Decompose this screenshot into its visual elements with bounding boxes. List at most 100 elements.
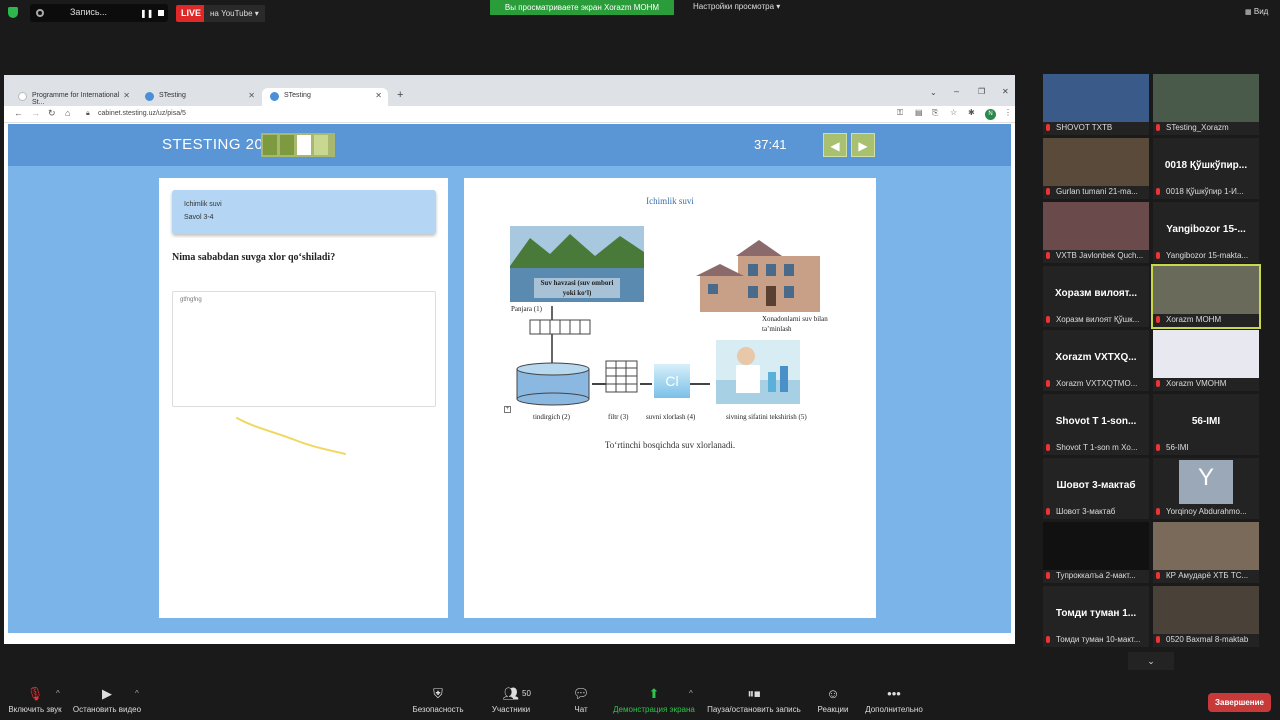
view-options-dropdown[interactable]: Настройки просмотра ▾ bbox=[693, 2, 780, 11]
lock-icon: 🔒︎ bbox=[86, 110, 90, 117]
participant-tile[interactable]: Хоразм вилоят... Хоразм вилоят Қўшк... bbox=[1043, 266, 1149, 327]
close-icon[interactable]: ✕ bbox=[375, 91, 382, 100]
stop-video-button[interactable]: ▶︎ Остановить видео bbox=[72, 684, 142, 715]
view-button-label: Вид bbox=[1253, 7, 1269, 16]
progress-step-current[interactable] bbox=[297, 135, 311, 155]
participant-name: 56-IMI bbox=[1166, 443, 1189, 452]
pause-recording-button[interactable]: ⏸⏹ Пауза/остановить запись bbox=[706, 684, 802, 715]
forward-icon[interactable]: → bbox=[31, 108, 40, 118]
back-icon[interactable]: ← bbox=[14, 108, 23, 118]
video-label: Остановить видео bbox=[72, 705, 142, 714]
stesting-page: STESTING 2021 37:41 ◀ ▶ Ichimlik suvi Sa… bbox=[8, 124, 1011, 633]
menu-icon[interactable]: ⋮ bbox=[1004, 108, 1012, 117]
participant-tile[interactable]: 0520 Baxmal 8-maktab bbox=[1153, 586, 1259, 647]
share-screen-button[interactable]: ⬆ Демонстрация экрана bbox=[612, 684, 696, 715]
youtube-label: на YouTube bbox=[210, 9, 253, 18]
progress-step[interactable] bbox=[280, 135, 294, 155]
filter-grid-icon bbox=[605, 360, 638, 393]
participant-tile[interactable]: Тупроккалъа 2-макт... bbox=[1043, 522, 1149, 583]
view-button[interactable]: ▦ Вид bbox=[1245, 7, 1268, 16]
expand-icon[interactable]: + bbox=[504, 406, 511, 413]
youtube-dropdown[interactable]: на YouTube ▾ bbox=[204, 5, 265, 22]
participants-count: 50 bbox=[522, 689, 531, 698]
restore-icon[interactable]: ❐ bbox=[978, 87, 985, 96]
reactions-button[interactable]: ☺ Реакции bbox=[816, 684, 850, 715]
stop-icon[interactable] bbox=[158, 10, 164, 16]
participant-name: Xorazm VMOHM bbox=[1166, 379, 1227, 388]
new-tab-icon[interactable]: + bbox=[397, 89, 403, 101]
participant-tile[interactable]: Xorazm MOHM bbox=[1151, 264, 1261, 329]
reactions-label: Реакции bbox=[817, 705, 849, 714]
participant-tile[interactable]: Shovot T 1-son... Shovot T 1-son m Xo... bbox=[1043, 394, 1149, 455]
reload-icon[interactable]: ↻ bbox=[48, 108, 56, 119]
shield-icon[interactable] bbox=[8, 7, 18, 18]
zoom-top-bar: Запись... ❚❚ LIVE на YouTube ▾ Вы просма… bbox=[0, 0, 1280, 26]
participant-tile[interactable]: Томди туман 1... Томди туман 10-макт... bbox=[1043, 586, 1149, 647]
answer-textarea[interactable]: gtfngfng bbox=[172, 291, 436, 407]
url-field[interactable]: cabinet.stesting.uz/uz/pisa/5 bbox=[98, 110, 186, 117]
participant-tile[interactable]: Gurlan tumani 21-ma... bbox=[1043, 138, 1149, 199]
chevron-up-icon[interactable]: ^ bbox=[56, 689, 60, 698]
home-icon[interactable]: ⌂ bbox=[65, 108, 70, 118]
tab-title: STesting bbox=[159, 92, 186, 99]
window-close-icon[interactable]: ✕ bbox=[1002, 87, 1009, 96]
security-label: Безопасность bbox=[412, 705, 464, 714]
participant-tile[interactable]: 0018 Қўшкўпир... 0018 Қўшкўпир 1-И... bbox=[1153, 138, 1259, 199]
next-arrow-button[interactable]: ▶ bbox=[851, 133, 875, 157]
participant-display-name: Шовот 3-мактаб bbox=[1056, 480, 1136, 491]
chevron-down-icon[interactable]: ⌄ bbox=[1128, 652, 1174, 670]
minimize-icon[interactable]: – bbox=[954, 86, 959, 96]
question-text: Nima sababdan suvga xlor qo‘shiladi? bbox=[172, 252, 336, 263]
chevron-up-icon[interactable]: ^ bbox=[135, 689, 139, 698]
lab-image bbox=[716, 340, 800, 404]
participant-tile[interactable]: Xorazm VMOHM bbox=[1153, 330, 1259, 391]
participant-tile[interactable]: VXTB Javlonbek Quch... bbox=[1043, 202, 1149, 263]
shared-screen: Programme for International St... ✕ STes… bbox=[4, 75, 1015, 644]
participant-name: Yangibozor 15-makta... bbox=[1166, 251, 1249, 260]
info-panel: Ichimlik suvi Suv havzasi (suv ombori yo… bbox=[464, 178, 876, 618]
participant-name: Тупроккалъа 2-макт... bbox=[1056, 571, 1136, 580]
chevron-up-icon[interactable]: ^ bbox=[689, 689, 693, 698]
browser-tab[interactable]: Programme for International St... ✕ bbox=[10, 88, 136, 106]
more-button[interactable]: ••• Дополнительно bbox=[864, 684, 924, 715]
participant-tile[interactable]: Шовот 3-мактаб Шовот 3-мактаб bbox=[1043, 458, 1149, 519]
extensions-icon[interactable]: ✱ bbox=[968, 108, 975, 117]
participant-tile[interactable]: STesting_Xorazm bbox=[1153, 74, 1259, 135]
translate-icon[interactable]: ▤ bbox=[915, 108, 923, 117]
question-card: Ichimlik suvi Savol 3-4 bbox=[172, 190, 436, 234]
mic-muted-icon bbox=[1046, 124, 1050, 131]
mic-muted-icon bbox=[1046, 508, 1050, 515]
participant-tile[interactable]: Yangibozor 15-... Yangibozor 15-makta... bbox=[1153, 202, 1259, 263]
mic-muted-icon bbox=[1046, 572, 1050, 579]
browser-tab[interactable]: STesting ✕ bbox=[137, 88, 261, 106]
participant-tile[interactable]: Xorazm VXTXQ... Xorazm VXTXQTMO... bbox=[1043, 330, 1149, 391]
progress-step[interactable] bbox=[263, 135, 277, 155]
close-icon[interactable]: ✕ bbox=[248, 91, 255, 100]
share-icon[interactable]: ⎘ bbox=[932, 108, 938, 118]
quality-check-label: sivning sifatini tekshirish (5) bbox=[726, 413, 807, 421]
prev-arrow-button[interactable]: ◀ bbox=[823, 133, 847, 157]
profile-avatar[interactable]: N bbox=[985, 109, 996, 120]
participant-tile[interactable]: 56-IMI 56-IMI bbox=[1153, 394, 1259, 455]
participant-tile[interactable]: Y Yorqinoy Abdurahmo... bbox=[1153, 458, 1259, 519]
stesting-icon bbox=[145, 92, 154, 101]
mic-muted-icon bbox=[1046, 252, 1050, 259]
participant-tile[interactable]: КР Амударё ХТБ ТС... bbox=[1153, 522, 1259, 583]
pause-icon[interactable]: ❚❚ bbox=[140, 9, 153, 18]
tab-search-icon[interactable]: ⌄ bbox=[930, 88, 937, 97]
key-icon[interactable]: ⚿ bbox=[897, 108, 903, 118]
live-badge[interactable]: LIVE bbox=[176, 5, 207, 22]
security-button[interactable]: ⛨ Безопасность bbox=[410, 684, 466, 715]
close-icon[interactable]: ✕ bbox=[123, 91, 130, 100]
chat-icon: 💬︎ bbox=[572, 686, 590, 701]
participant-tile[interactable]: SHOVOT TXTB bbox=[1043, 74, 1149, 135]
progress-step[interactable] bbox=[314, 135, 328, 155]
participants-label: Участники bbox=[491, 705, 531, 714]
chat-button[interactable]: 💬︎ Чат bbox=[570, 684, 592, 715]
participant-video bbox=[1043, 74, 1149, 122]
pause-stop-icon: ⏸⏹ bbox=[747, 686, 761, 701]
browser-tab-active[interactable]: STesting ✕ bbox=[262, 88, 388, 106]
star-icon[interactable]: ☆ bbox=[950, 108, 957, 117]
share-screen-icon: ⬆ bbox=[648, 686, 660, 701]
end-meeting-button[interactable]: Завершение bbox=[1208, 693, 1271, 712]
